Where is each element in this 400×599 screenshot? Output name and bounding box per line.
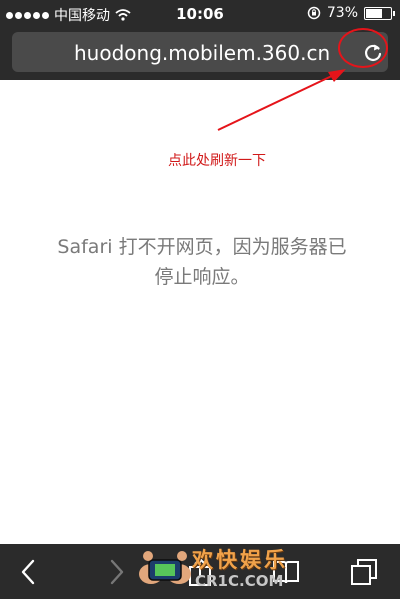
forward-button[interactable] — [101, 556, 133, 588]
error-message: Safari 打不开网页，因为服务器已停止响应。 — [57, 236, 347, 288]
annotation-text: 点此处刷新一下 — [168, 153, 266, 169]
back-button[interactable] — [12, 556, 44, 588]
annotation-arrow — [217, 69, 346, 131]
watermark: 欢快娱乐 CR1C.COM — [135, 540, 295, 598]
watermark-site: CR1C.COM — [195, 572, 284, 590]
watermark-text: 欢快娱乐 — [192, 548, 288, 572]
tabs-button[interactable] — [348, 556, 380, 588]
game-controller-icon — [139, 551, 191, 584]
tabs-icon — [351, 559, 377, 585]
back-icon — [21, 559, 35, 585]
forward-icon — [110, 559, 124, 585]
